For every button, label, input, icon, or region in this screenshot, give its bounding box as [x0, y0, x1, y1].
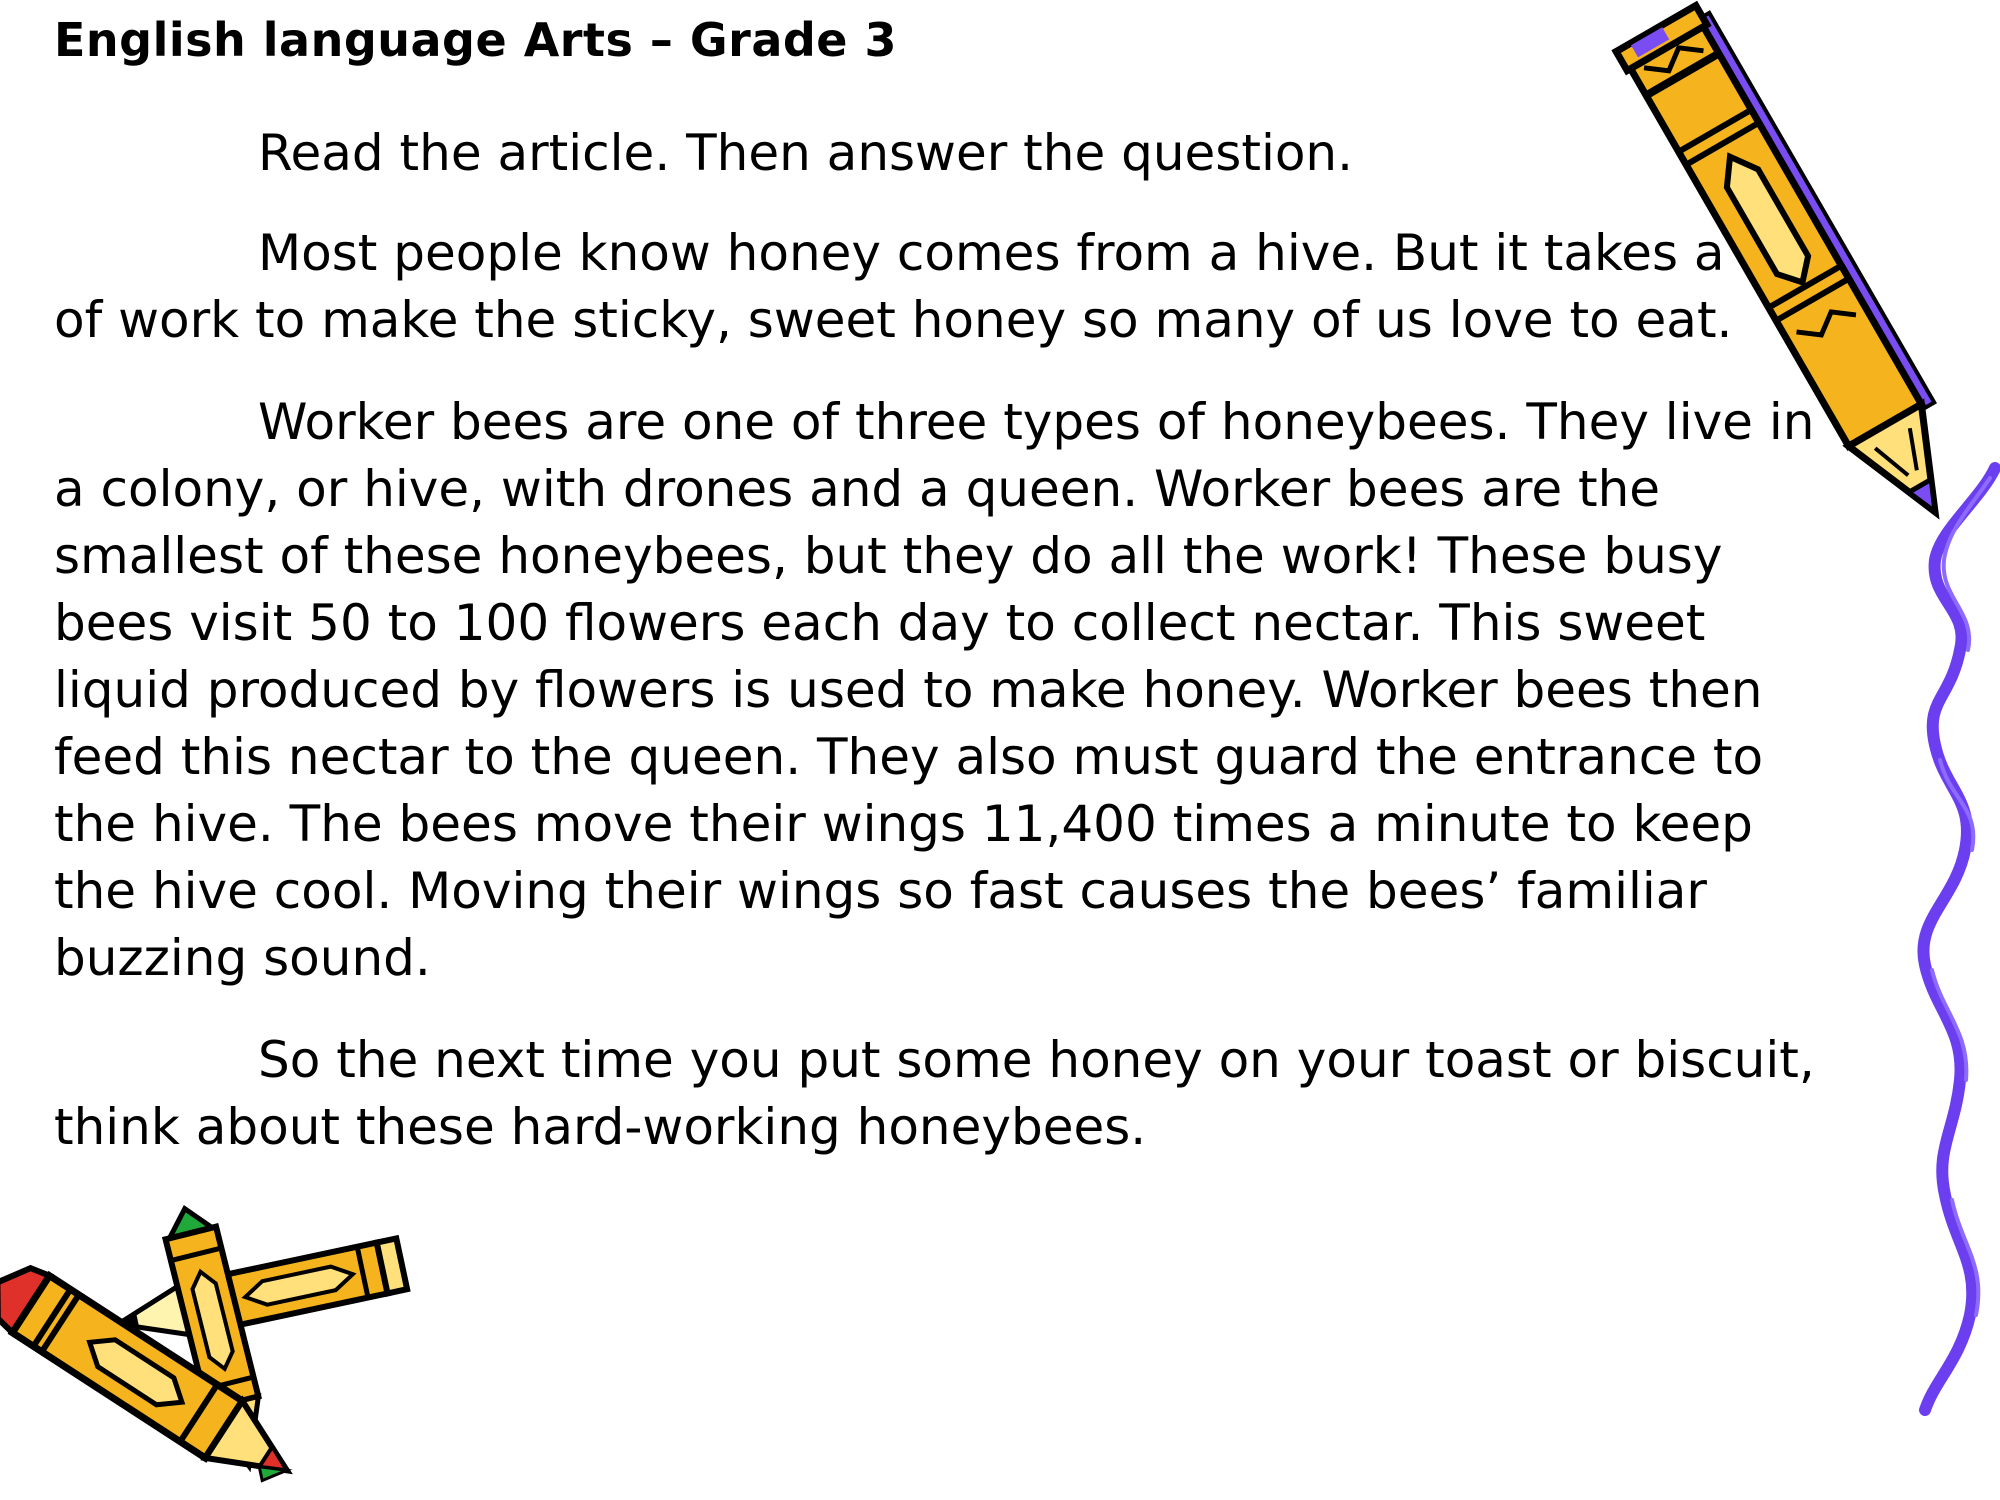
worksheet-page: English language Arts – Grade 3 Read the… [0, 0, 2000, 1500]
instruction-text: Read the article. Then answer the questi… [258, 124, 1354, 182]
page-title: English language Arts – Grade 3 [54, 13, 898, 67]
article-paragraph-1: Most people know honey comes from a hive… [54, 224, 1805, 349]
article-body: Read the article. Then answer the questi… [54, 120, 1844, 1196]
article-paragraph-2: Worker bees are one of three types of ho… [54, 393, 1815, 987]
article-paragraph-3: So the next time you put some honey on y… [54, 1031, 1815, 1156]
